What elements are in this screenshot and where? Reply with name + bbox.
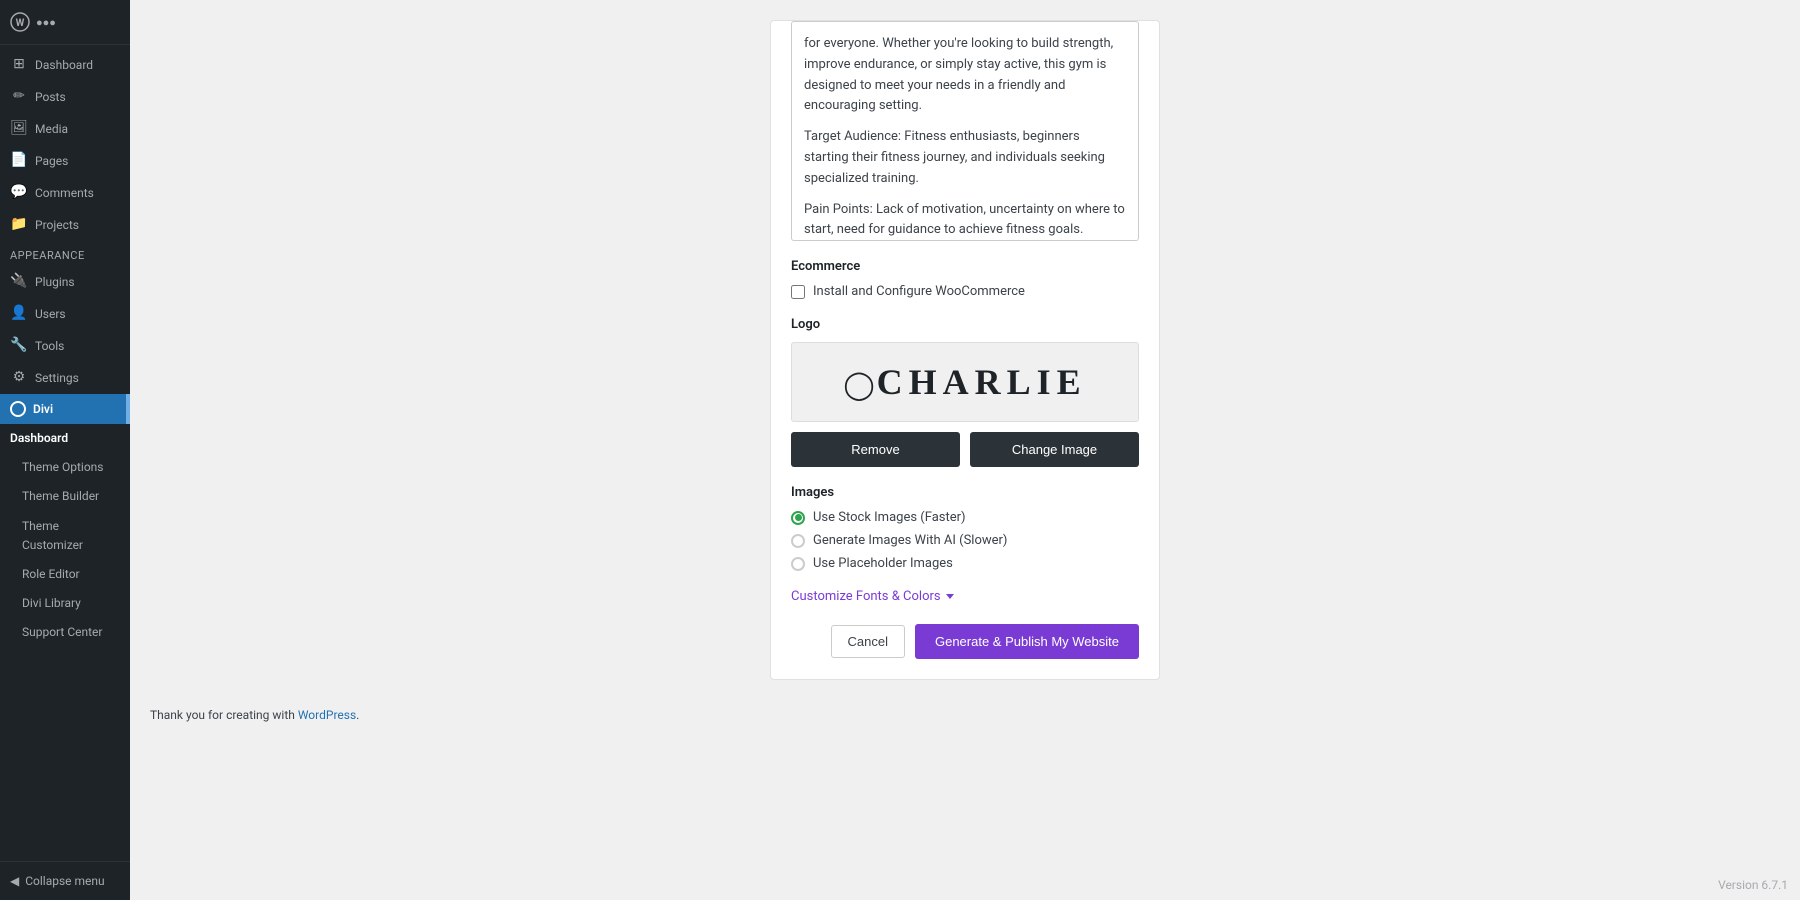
main-content: for everyone. Whether you're looking to … [130,0,1800,900]
submenu-theme-options[interactable]: Theme Options [0,453,130,482]
bottom-buttons: Cancel Generate & Publish My Website [791,624,1139,659]
dashboard-icon: ⊞ [10,56,28,74]
woocommerce-checkbox[interactable] [791,285,805,299]
users-icon: 👤 [10,305,28,323]
divi-submenu: Dashboard Theme Options Theme Builder Th… [0,424,130,648]
placeholder-images-label: Use Placeholder Images [813,556,953,571]
submenu-support-center[interactable]: Support Center [0,618,130,647]
placeholder-images-radio-dot [791,557,805,571]
text-para-1: for everyone. Whether you're looking to … [804,34,1126,117]
sidebar-item-comments[interactable]: 💬 Comments [0,177,130,209]
ai-images-radio-dot [791,534,805,548]
submenu-dashboard[interactable]: Dashboard [0,424,130,453]
plugins-icon: 🔌 [10,273,28,291]
appearance-header: Appearance [0,241,130,266]
images-section: Images Use Stock Images (Faster) Generat… [791,485,1139,571]
submenu-role-editor[interactable]: Role Editor [0,560,130,589]
wordpress-icon: W [10,12,30,32]
cancel-button[interactable]: Cancel [831,625,905,658]
images-label: Images [791,485,1139,500]
woocommerce-checkbox-row[interactable]: Install and Configure WooCommerce [791,284,1139,299]
sidebar: W ●●● ⊞ Dashboard ✏ Posts 🖼 Media 📄 Page… [0,0,130,900]
stock-images-radio-dot [791,511,805,525]
publish-button[interactable]: Generate & Publish My Website [915,624,1139,659]
woocommerce-label: Install and Configure WooCommerce [813,284,1025,299]
sidebar-item-projects[interactable]: 📁 Projects [0,209,130,241]
sidebar-item-tools[interactable]: 🔧 Tools [0,330,130,362]
sidebar-item-dashboard[interactable]: ⊞ Dashboard [0,49,130,81]
sidebar-item-users[interactable]: 👤 Users [0,298,130,330]
sidebar-item-divi[interactable]: Divi [0,394,130,424]
wordpress-link[interactable]: WordPress [298,708,356,722]
comments-icon: 💬 [10,184,28,202]
pages-icon: 📄 [10,152,28,170]
remove-logo-button[interactable]: Remove [791,432,960,467]
sidebar-nav: ⊞ Dashboard ✏ Posts 🖼 Media 📄 Pages 💬 Co… [0,45,130,861]
sidebar-item-posts[interactable]: ✏ Posts [0,81,130,113]
logo-buttons: Remove Change Image [791,432,1139,467]
logo-label: Logo [791,317,1139,332]
sidebar-item-media[interactable]: 🖼 Media [0,113,130,145]
ai-images-label: Generate Images With AI (Slower) [813,533,1007,548]
submenu-divi-library[interactable]: Divi Library [0,589,130,618]
media-icon: 🖼 [10,120,28,138]
collapse-icon: ◀ [10,874,19,888]
divi-icon [10,401,26,417]
submenu-theme-customizer[interactable]: Theme Customizer [0,512,130,560]
logo-text: ◯CHARLIE [843,361,1086,403]
placeholder-images-radio-row[interactable]: Use Placeholder Images [791,556,1139,571]
submenu-theme-builder[interactable]: Theme Builder [0,482,130,511]
projects-icon: 📁 [10,216,28,234]
wp-footer: Thank you for creating with WordPress. [130,700,1800,722]
svg-text:W: W [16,18,25,29]
website-info-textarea[interactable]: for everyone. Whether you're looking to … [791,21,1139,241]
sidebar-bottom: ◀ Collapse menu [0,861,130,900]
tools-icon: 🔧 [10,337,28,355]
text-para-3: Pain Points: Lack of motivation, uncerta… [804,200,1126,241]
sidebar-item-pages[interactable]: 📄 Pages [0,145,130,177]
ecommerce-section: Ecommerce Install and Configure WooComme… [791,259,1139,299]
customize-fonts-label: Customize Fonts & Colors [791,589,941,604]
posts-icon: ✏ [10,88,28,106]
site-title: ●●● [36,16,56,29]
ai-images-radio-row[interactable]: Generate Images With AI (Slower) [791,533,1139,548]
wp-logo: W ●●● [0,8,130,40]
change-image-button[interactable]: Change Image [970,432,1139,467]
logo-preview: ◯CHARLIE [791,342,1139,422]
main-card: for everyone. Whether you're looking to … [770,20,1160,680]
stock-images-label: Use Stock Images (Faster) [813,510,966,525]
logo-section: Logo ◯CHARLIE Remove Change Image [791,317,1139,467]
stock-images-radio-row[interactable]: Use Stock Images (Faster) [791,510,1139,525]
customize-fonts-caret-icon [946,594,954,599]
ecommerce-label: Ecommerce [791,259,1139,274]
collapse-menu-button[interactable]: ◀ Collapse menu [10,870,120,892]
customize-fonts-link[interactable]: Customize Fonts & Colors [791,589,1139,604]
text-para-2: Target Audience: Fitness enthusiasts, be… [804,127,1126,189]
footer-text: Thank you for creating with [150,708,295,722]
sidebar-item-plugins[interactable]: 🔌 Plugins [0,266,130,298]
sidebar-top: W ●●● [0,0,130,45]
version-text: Version 6.7.1 [1718,878,1788,892]
settings-icon: ⚙ [10,369,28,387]
sidebar-item-settings[interactable]: ⚙ Settings [0,362,130,394]
